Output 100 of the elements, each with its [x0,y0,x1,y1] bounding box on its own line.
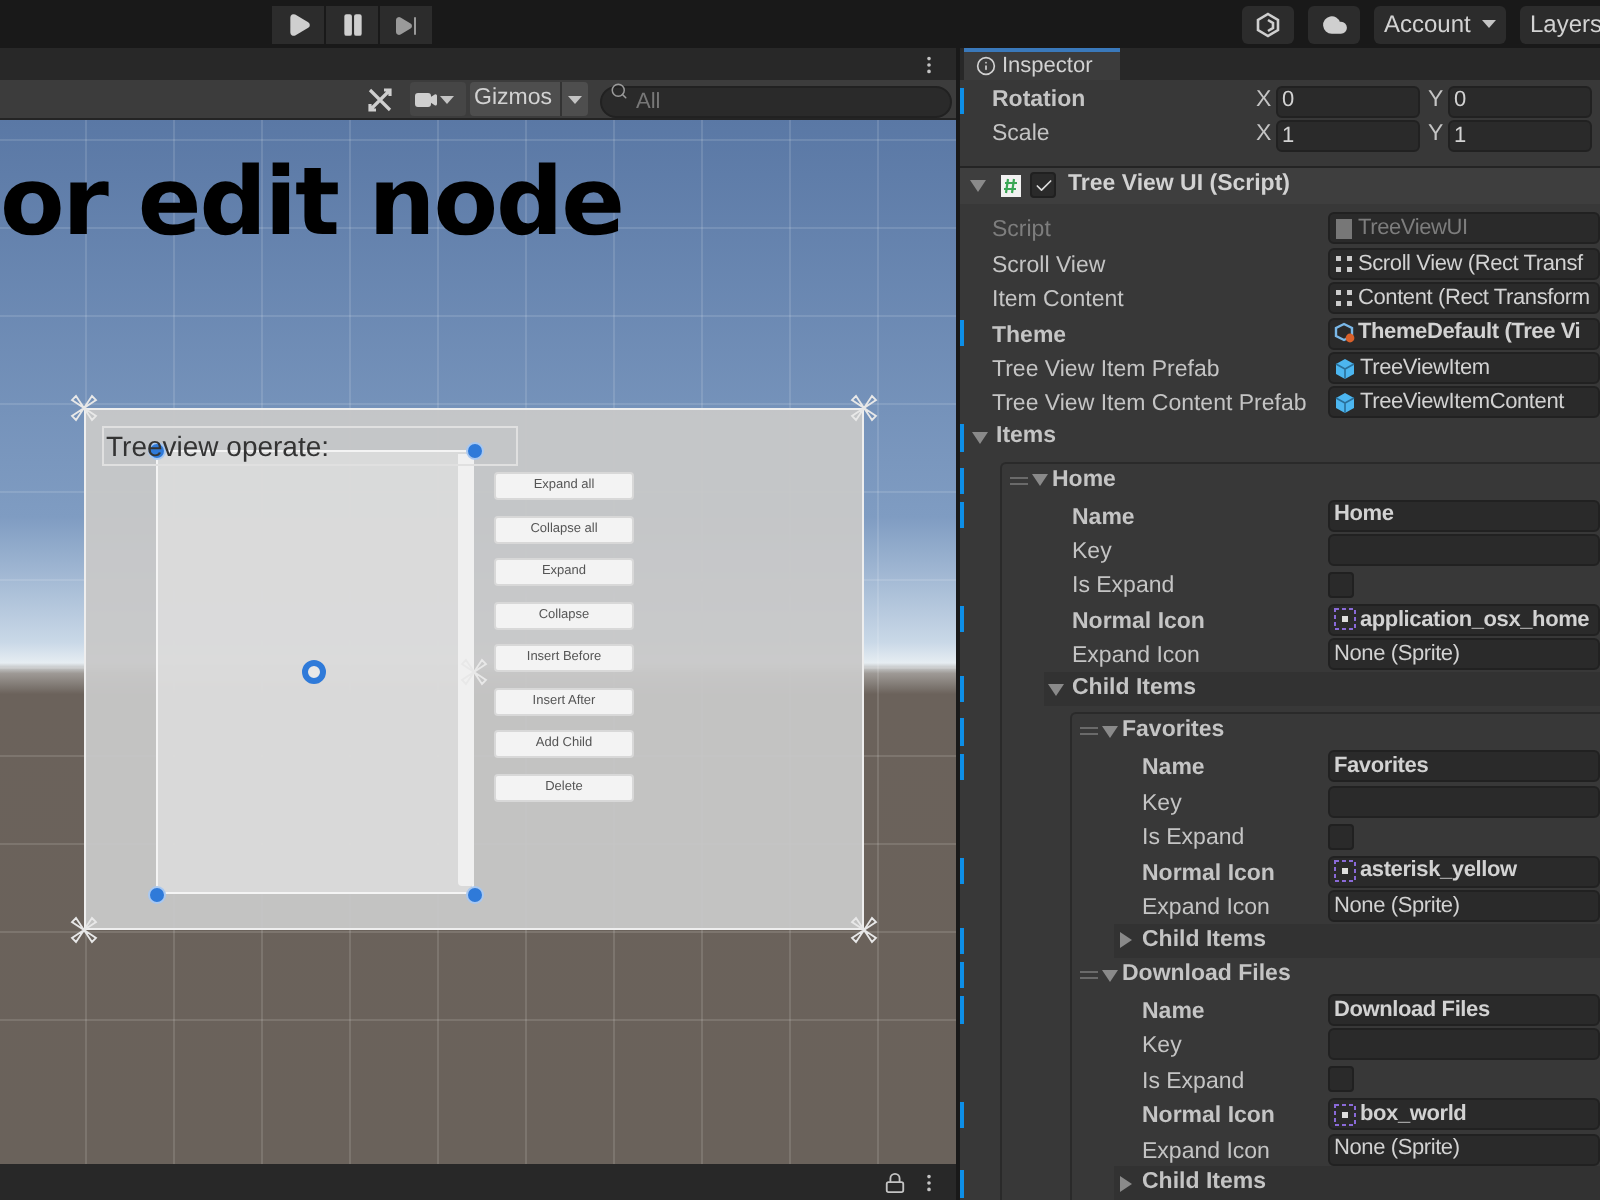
field-label: Theme [992,323,1067,348]
step-button[interactable] [380,6,432,44]
object-field[interactable]: application_osx_home [1328,603,1600,636]
object-field[interactable]: Content (Rect Transform [1328,282,1600,315]
number-field[interactable]: 1 [1448,120,1592,153]
checkbox[interactable] [1328,571,1354,598]
rect-transform-icon [1334,253,1354,274]
number-field[interactable]: 0 [1276,85,1420,118]
scrollbar[interactable] [458,454,474,886]
checkbox[interactable] [1328,1066,1354,1093]
field-label: Is Expand [1072,574,1175,599]
foldout-label: Child Items [1142,925,1266,956]
item-title[interactable]: Download Files [1122,958,1291,993]
object-field[interactable]: TreeViewItemContent [1328,386,1600,419]
expanded-triangle-icon[interactable] [1102,967,1118,984]
field-label: Key [1142,1034,1182,1059]
cube-icon [1334,391,1356,414]
axis-label: Y [1428,86,1446,117]
text-field[interactable]: Favorites [1328,750,1600,783]
field-label: Tree View Item Prefab [992,358,1220,383]
foldout-header[interactable]: Child Items [1114,1166,1600,1200]
field-label: Name [1142,1000,1205,1025]
number-field[interactable]: 1 [1276,120,1420,153]
component-title: Tree View UI (Script) [1068,170,1290,201]
field-label: Expand Icon [1142,1139,1270,1164]
checkbox[interactable] [1328,823,1354,850]
drag-handle-icon[interactable] [1080,726,1098,737]
gizmos-dropdown[interactable]: Gizmos [470,82,588,116]
anchor-icon[interactable] [70,916,98,944]
foldout-label: Child Items [1072,673,1196,704]
axis-label: X [1256,120,1274,151]
object-field[interactable]: box_world [1328,1098,1600,1131]
field-label: Item Content [992,288,1124,313]
caret-icon [568,95,582,103]
check-icon [1033,175,1053,196]
cloud-icon [1321,11,1347,37]
field-label: Name [1142,756,1205,781]
anchor-icon[interactable] [850,394,878,422]
lock-icon[interactable] [884,1171,906,1193]
enabled-checkbox[interactable] [1030,172,1056,199]
account-dropdown[interactable]: Account [1374,5,1506,43]
play-button[interactable] [272,6,324,44]
sprite-icon [1334,860,1356,882]
field-label: Is Expand [1142,1069,1245,1094]
object-field[interactable]: asterisk_yellow [1328,855,1600,887]
expanded-triangle-icon[interactable] [1048,681,1064,698]
scene-heading: or edit node [0,156,624,250]
sprite-icon [1334,1103,1356,1126]
foldout-label: Child Items [1142,1168,1266,1199]
rect-transform-icon [1334,288,1354,309]
field-label: Is Expand [1142,826,1245,851]
object-field[interactable]: None (Sprite) [1328,638,1600,671]
object-field[interactable]: None (Sprite) [1328,1133,1600,1166]
axis-label: X [1256,86,1274,117]
object-field[interactable]: ThemeDefault (Tree Vi [1328,317,1600,350]
field-label: Expand Icon [1142,895,1270,920]
item-title[interactable]: Home [1052,463,1116,498]
pause-button[interactable] [326,6,378,44]
expanded-triangle-icon[interactable] [970,177,986,194]
field-label: Scale [992,120,1052,151]
expanded-triangle-icon[interactable] [1032,472,1048,489]
sprite-icon [1334,608,1356,631]
foldout-label: Items [996,422,1057,453]
field-label: Normal Icon [1142,1104,1275,1129]
collapsed-triangle-icon[interactable] [1118,1176,1134,1193]
field-label: Normal Icon [1142,861,1275,886]
play-icon [285,12,311,38]
info-icon [976,56,996,76]
caret-icon [1482,20,1496,28]
collapsed-triangle-icon[interactable] [1118,932,1134,949]
pause-icon [339,12,365,38]
title-label: Treeview operate: [102,426,518,466]
text-field[interactable]: Home [1328,499,1600,532]
field-label: Rotation [992,86,1088,117]
field-label: Normal Icon [1072,609,1205,634]
anchor-icon[interactable] [70,394,98,422]
anchor-icon[interactable] [850,916,878,944]
caret-icon [440,95,455,103]
search-field[interactable]: All [600,85,952,118]
cloud-button[interactable] [1308,5,1360,43]
field-label: Scroll View [992,253,1106,278]
inspector-tab[interactable]: Inspector [964,48,1120,80]
foldout-header[interactable]: Child Items [1044,671,1600,707]
item-title[interactable]: Favorites [1122,714,1225,750]
drag-handle-icon[interactable] [1080,970,1098,981]
field-label: Expand Icon [1072,644,1200,669]
object-field[interactable]: TreeViewItem [1328,352,1600,385]
expanded-triangle-icon[interactable] [1102,723,1118,740]
collaborate-button[interactable] [1242,5,1294,43]
field-label: Name [1072,505,1135,530]
tools-icon[interactable] [366,85,395,113]
foldout-header[interactable]: Child Items [1114,923,1600,958]
scriptable-object-icon [1334,322,1356,345]
expanded-triangle-icon[interactable] [972,429,988,446]
object-field[interactable]: None (Sprite) [1328,889,1600,922]
object-field[interactable]: Scroll View (Rect Transf [1328,247,1600,280]
drag-handle-icon[interactable] [1010,475,1028,486]
camera-dropdown[interactable] [410,82,467,116]
number-field[interactable]: 0 [1448,85,1592,118]
text-field[interactable]: Download Files [1328,994,1600,1027]
